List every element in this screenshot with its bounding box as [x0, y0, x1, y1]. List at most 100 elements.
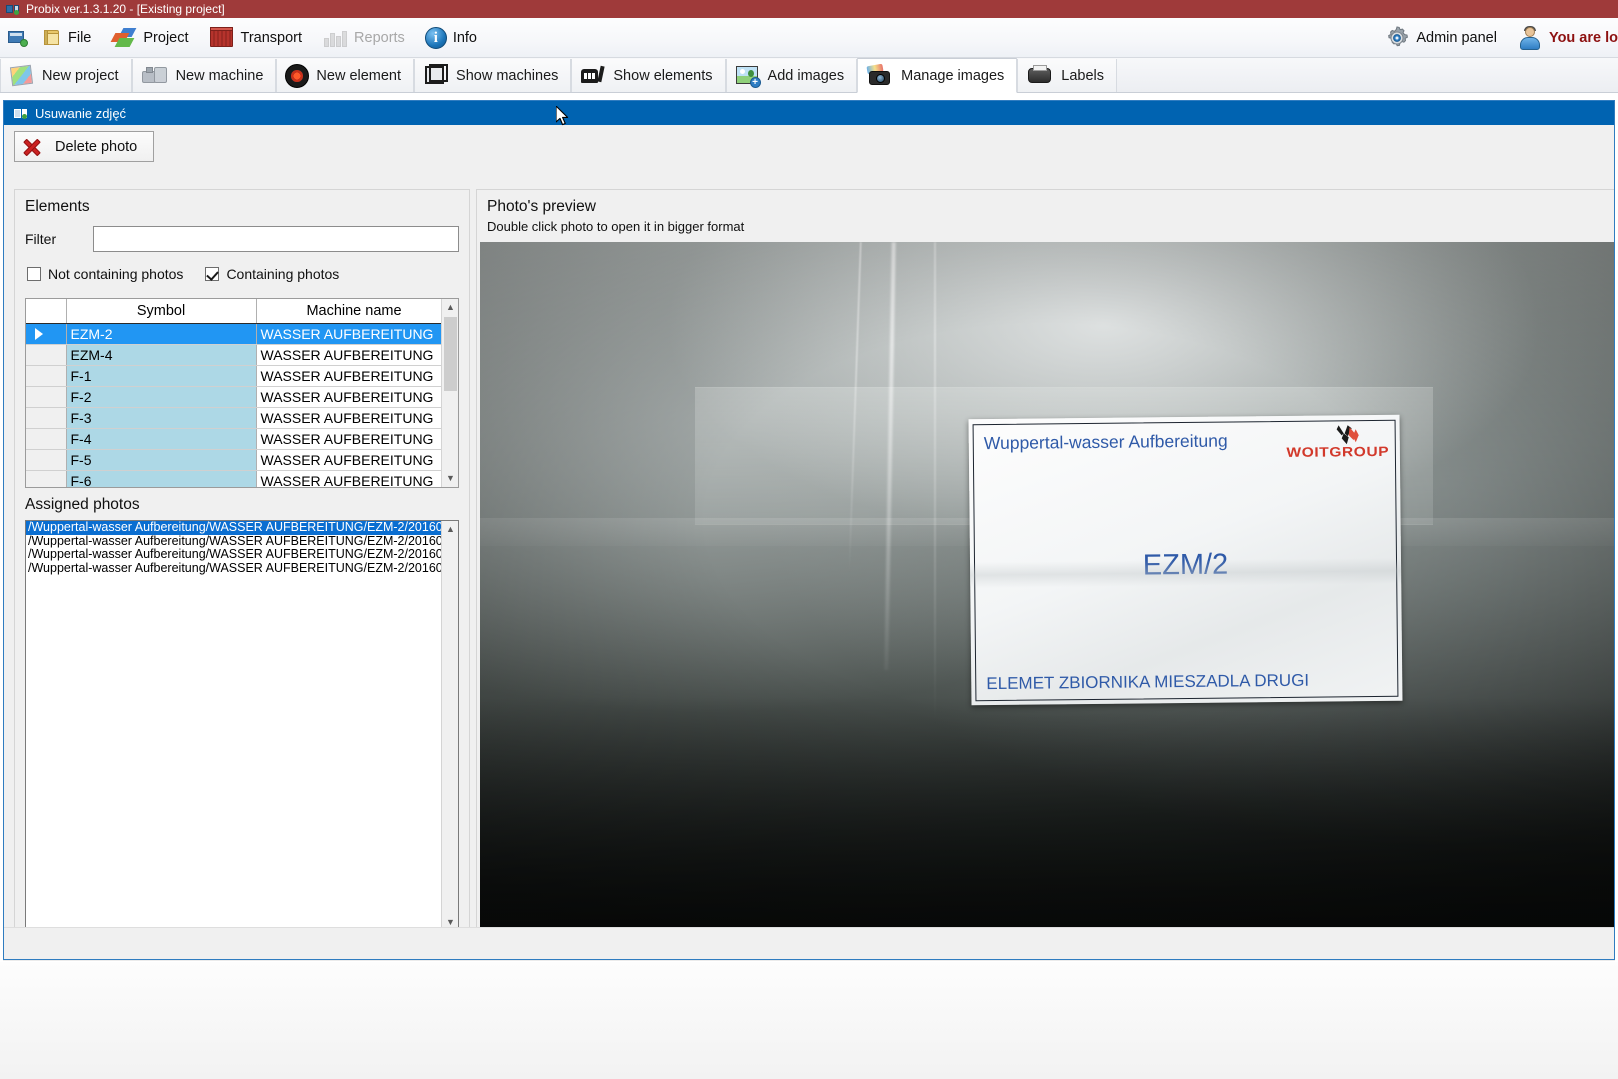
module-tab-bar: New project New machine New element Show…: [0, 58, 1618, 93]
photo-label-code: EZM/2: [1142, 548, 1229, 582]
cell-machine-name: WASSER AUFBEREITUNG: [256, 365, 453, 387]
menu-item-transport[interactable]: Transport: [199, 19, 313, 57]
assigned-photos-title: Assigned photos: [25, 496, 140, 513]
checkbox-box-not-containing: [27, 267, 41, 281]
scrollbar-thumb[interactable]: [444, 317, 457, 391]
cell-machine-name: WASSER AUFBEREITUNG: [256, 323, 453, 345]
cell-machine-name: WASSER AUFBEREITUNG: [256, 386, 453, 408]
photo-label-header: Wuppertal-wasser Aufbereitung: [983, 431, 1228, 454]
checkbox-containing-label: Containing photos: [226, 266, 340, 282]
menu-item-info[interactable]: i Info: [415, 19, 487, 57]
child-window-icon: [14, 107, 28, 120]
filter-row: Filter: [15, 216, 469, 252]
user-status-area[interactable]: You are lo: [1507, 19, 1618, 57]
cell-machine-name: WASSER AUFBEREITUNG: [256, 344, 453, 366]
user-status-label: You are lo: [1548, 29, 1618, 46]
checkbox-containing-photos[interactable]: Containing photos: [205, 266, 339, 282]
menu-item-transport-label: Transport: [240, 29, 303, 46]
list-item[interactable]: /Wuppertal-wasser Aufbereitung/WASSER AU…: [26, 548, 458, 562]
labels-icon: [1026, 64, 1054, 87]
tab-add-images-label: Add images: [767, 67, 845, 84]
photo-preview-panel: Photo's preview Double click photo to op…: [476, 189, 1614, 947]
filter-label: Filter: [25, 231, 57, 247]
gear-icon: [1384, 25, 1410, 51]
tab-new-element[interactable]: New element: [276, 59, 415, 92]
menu-item-file-label: File: [68, 29, 92, 46]
assigned-photos-scrollbar[interactable]: ▲ ▼: [441, 521, 458, 931]
tab-manage-images-label: Manage images: [901, 67, 1005, 84]
elements-grid-scrollbar[interactable]: ▲ ▼: [441, 299, 458, 487]
tab-show-elements[interactable]: Show elements: [571, 59, 726, 92]
photo-filter-checkbox-row: Not containing photos Containing photos: [15, 252, 469, 288]
admin-panel-button[interactable]: Admin panel: [1374, 19, 1507, 57]
info-icon: i: [424, 26, 447, 49]
tab-manage-images[interactable]: Manage images: [857, 58, 1018, 93]
menu-item-project[interactable]: Project: [101, 19, 198, 57]
reports-icon: [322, 27, 348, 49]
cell-symbol: F-2: [66, 386, 257, 408]
cell-machine-name: WASSER AUFBEREITUNG: [256, 449, 453, 471]
menu-item-file[interactable]: File: [32, 19, 101, 57]
cell-symbol: EZM-4: [66, 344, 257, 366]
cell-symbol: EZM-2: [66, 323, 257, 345]
folder-icon: [42, 28, 62, 48]
list-item[interactable]: /Wuppertal-wasser Aufbereitung/WASSER AU…: [26, 562, 458, 576]
row-indicator: [26, 344, 67, 366]
table-row[interactable]: F-6 WASSER AUFBEREITUNG: [26, 470, 453, 487]
table-row[interactable]: EZM-4 WASSER AUFBEREITUNG: [26, 344, 453, 366]
cell-symbol: F-1: [66, 365, 257, 387]
tab-new-machine-label: New machine: [175, 67, 264, 84]
tab-show-machines[interactable]: Show machines: [414, 59, 572, 92]
table-row[interactable]: EZM-2 WASSER AUFBEREITUNG: [26, 323, 453, 345]
admin-panel-label: Admin panel: [1416, 29, 1497, 46]
cell-symbol: F-6: [66, 470, 257, 487]
add-images-icon: +: [735, 64, 761, 88]
new-machine-icon: [141, 65, 169, 87]
row-indicator: [26, 386, 67, 408]
tab-add-images[interactable]: + Add images: [725, 59, 858, 92]
assigned-photos-list[interactable]: /Wuppertal-wasser Aufbereitung/WASSER AU…: [25, 520, 459, 932]
delete-photo-button[interactable]: Delete photo: [14, 131, 155, 162]
table-row[interactable]: F-5 WASSER AUFBEREITUNG: [26, 449, 453, 471]
list-item[interactable]: /Wuppertal-wasser Aufbereitung/WASSER AU…: [26, 521, 458, 535]
menu-item-reports: Reports: [312, 19, 415, 57]
column-header-indicator[interactable]: [26, 299, 67, 324]
column-header-symbol[interactable]: Symbol: [66, 299, 257, 324]
child-window-usuwanie-zdjec: Usuwanie zdjęć Delete photo Elements Fil…: [3, 100, 1615, 960]
menu-item-app-icon[interactable]: [0, 19, 32, 57]
scroll-up-icon[interactable]: ▲: [442, 521, 458, 538]
row-indicator: [26, 365, 67, 387]
elements-grid-header-row: Symbol Machine name: [26, 299, 453, 324]
table-row[interactable]: F-1 WASSER AUFBEREITUNG: [26, 365, 453, 387]
row-indicator: [26, 323, 67, 345]
elements-panel: Elements Filter Not containing photos Co…: [14, 189, 470, 947]
table-row[interactable]: F-4 WASSER AUFBEREITUNG: [26, 428, 453, 450]
cell-symbol: F-4: [66, 428, 257, 450]
menu-item-info-label: Info: [452, 29, 477, 46]
manage-images-icon: [866, 63, 894, 88]
list-item[interactable]: /Wuppertal-wasser Aufbereitung/WASSER AU…: [26, 535, 458, 549]
scroll-up-icon[interactable]: ▲: [442, 299, 458, 316]
tab-new-element-label: New element: [316, 67, 402, 84]
child-window-title-bar: Usuwanie zdjęć: [4, 101, 1614, 125]
red-x-icon: [23, 138, 41, 156]
scroll-down-icon[interactable]: ▼: [442, 470, 458, 487]
filter-input[interactable]: [93, 226, 459, 252]
checkbox-not-containing-photos[interactable]: Not containing photos: [27, 266, 183, 282]
tab-labels[interactable]: Labels: [1017, 59, 1118, 92]
column-header-machine-name[interactable]: Machine name: [256, 299, 453, 324]
elements-grid-table: Symbol Machine name EZM-2 WASSER AUFBERE…: [26, 299, 453, 487]
save-window-icon: [8, 29, 28, 47]
project-icon: [110, 27, 137, 48]
tab-new-project[interactable]: New project: [0, 59, 132, 92]
tab-new-machine[interactable]: New machine: [131, 59, 277, 92]
photo-preview-image[interactable]: Wuppertal-wasser Aufbereitung WOITGROUP …: [480, 242, 1614, 932]
table-row[interactable]: F-2 WASSER AUFBEREITUNG: [26, 386, 453, 408]
photo-machine-label: Wuppertal-wasser Aufbereitung WOITGROUP …: [968, 415, 1403, 706]
elements-panel-title: Elements: [25, 198, 90, 215]
elements-grid[interactable]: Symbol Machine name EZM-2 WASSER AUFBERE…: [25, 298, 459, 488]
cell-machine-name: WASSER AUFBEREITUNG: [256, 407, 453, 429]
table-row[interactable]: F-3 WASSER AUFBEREITUNG: [26, 407, 453, 429]
delete-photo-label: Delete photo: [55, 138, 138, 155]
checkbox-box-containing: [205, 267, 220, 281]
